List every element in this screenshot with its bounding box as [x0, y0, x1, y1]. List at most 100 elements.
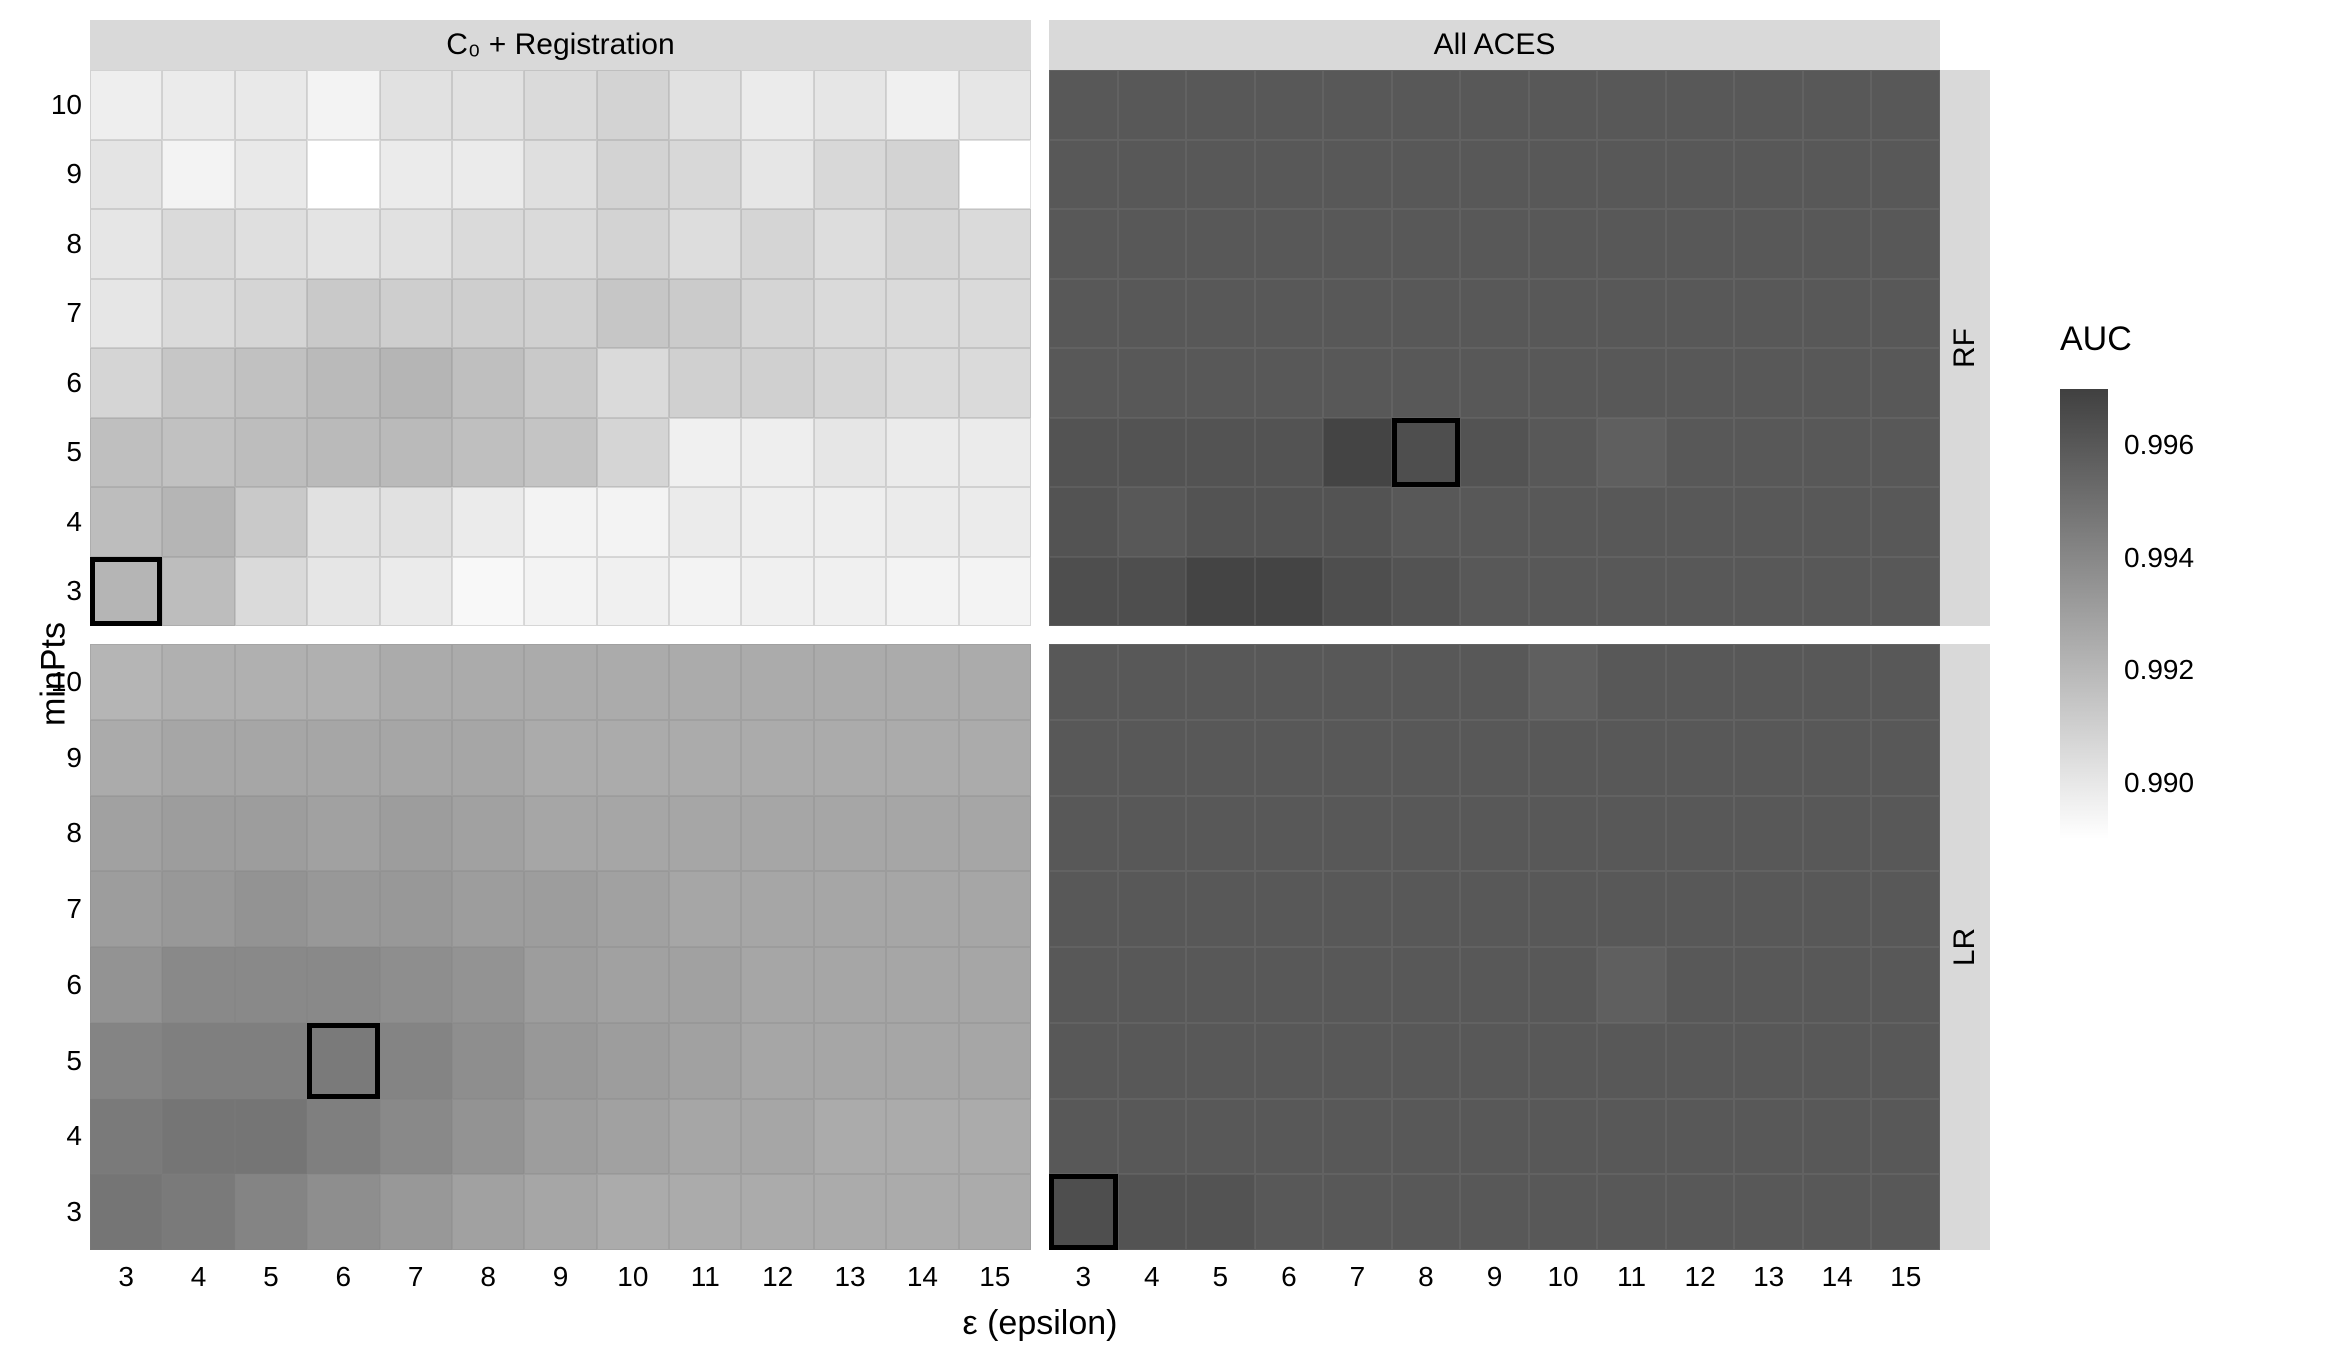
heatmap-cell: [886, 279, 958, 349]
heatmap-cell: [1255, 1023, 1324, 1099]
heatmap-cell: [597, 348, 669, 418]
x-axis-tick: 11: [1617, 1261, 1646, 1293]
heatmap-cell: [669, 947, 741, 1023]
heatmap-cell: [307, 720, 379, 796]
heatmap-cell: [380, 1099, 452, 1175]
heatmap-cell: [1392, 70, 1461, 140]
heatmap-cell: [380, 70, 452, 140]
heatmap-cell: [1734, 1099, 1803, 1175]
y-axis-tick: 8: [66, 228, 82, 260]
heatmap-cell: [1734, 720, 1803, 796]
heatmap-cell: [162, 1174, 234, 1250]
x-axis-tick: 15: [1890, 1261, 1921, 1293]
heatmap-cell: [814, 644, 886, 720]
heatmap-cell: [959, 348, 1031, 418]
heatmap-cell: [1255, 348, 1324, 418]
heatmap-cell: [814, 1023, 886, 1099]
heatmap-cell: [1871, 487, 1940, 557]
heatmap-cell: [380, 1023, 452, 1099]
heatmap-cell: [1734, 644, 1803, 720]
heatmap-cell: [1118, 70, 1187, 140]
heatmap-cell: [741, 70, 813, 140]
heatmap-cell: [524, 1099, 596, 1175]
heatmap-cell: [452, 348, 524, 418]
heatmap-cell: [235, 871, 307, 947]
heatmap-cell: [1666, 279, 1735, 349]
heatmap-cell: [814, 1099, 886, 1175]
heatmap-cell: [162, 348, 234, 418]
heatmap-cell: [669, 1023, 741, 1099]
heatmap-cell: [886, 796, 958, 872]
x-axis: 34567891011121314153456789101112131415: [90, 1257, 1990, 1297]
heatmap-cell: [1255, 796, 1324, 872]
heatmap-cell: [452, 1099, 524, 1175]
heatmap-panel: [1049, 644, 1940, 1250]
heatmap-cell: [1186, 871, 1255, 947]
heatmap-cell: [1118, 279, 1187, 349]
heatmap-cell: [1734, 348, 1803, 418]
heatmap-cell: [1871, 209, 1940, 279]
y-axis-tick: 5: [66, 1045, 82, 1077]
heatmap-cell: [1049, 487, 1118, 557]
heatmap-cell: [1666, 644, 1735, 720]
heatmap-cell: [452, 557, 524, 627]
heatmap-cell: [741, 871, 813, 947]
x-axis-tick: 6: [1281, 1261, 1297, 1293]
heatmap-cell: [1460, 348, 1529, 418]
heatmap-cell: [162, 279, 234, 349]
heatmap-cell: [235, 487, 307, 557]
heatmap-cell: [959, 70, 1031, 140]
heatmap-cell: [90, 348, 162, 418]
heatmap-cell: [1734, 796, 1803, 872]
facet-grid: C₀ + RegistrationAll ACESRFLR: [90, 20, 1990, 1250]
heatmap-cell: [1323, 348, 1392, 418]
facet: All ACESRF: [1049, 20, 1990, 626]
heatmap-cell: [1255, 487, 1324, 557]
heatmap-cell: [380, 348, 452, 418]
legend-tick: 0.992: [2124, 654, 2194, 686]
heatmap-cell: [1460, 1023, 1529, 1099]
heatmap-cell: [1049, 140, 1118, 210]
heatmap-cell: [1666, 947, 1735, 1023]
heatmap-cell: [452, 644, 524, 720]
heatmap-cell: [1186, 279, 1255, 349]
heatmap-cell: [1049, 720, 1118, 796]
heatmap-cell: [1597, 947, 1666, 1023]
x-axis-tick: 15: [979, 1261, 1010, 1293]
heatmap-cell: [1323, 209, 1392, 279]
heatmap-cell: [1597, 418, 1666, 488]
heatmap-cell: [524, 209, 596, 279]
figure-root: minPts ε (epsilon) 109876543109876543 34…: [0, 0, 2330, 1347]
heatmap-cell: [1734, 70, 1803, 140]
heatmap-cell: [597, 487, 669, 557]
heatmap-cell: [1871, 1174, 1940, 1250]
heatmap-cell: [452, 871, 524, 947]
heatmap-cell: [235, 720, 307, 796]
heatmap-cell: [597, 209, 669, 279]
x-axis-tick: 6: [336, 1261, 352, 1293]
heatmap-cell: [1803, 279, 1872, 349]
heatmap-cell: [959, 140, 1031, 210]
heatmap-cell: [1803, 644, 1872, 720]
heatmap-panel: [90, 644, 1031, 1250]
heatmap-cell: [1666, 487, 1735, 557]
heatmap-cell: [452, 418, 524, 488]
heatmap-cell: [1392, 140, 1461, 210]
heatmap-cell: [1118, 1174, 1187, 1250]
heatmap-cell: [1460, 70, 1529, 140]
heatmap-cell: [741, 796, 813, 872]
heatmap-cell: [1049, 796, 1118, 872]
y-axis-tick: 3: [66, 1196, 82, 1228]
heatmap-cell: [307, 209, 379, 279]
heatmap-cell: [1186, 947, 1255, 1023]
heatmap-cell: [1460, 796, 1529, 872]
heatmap-cell: [1460, 487, 1529, 557]
heatmap-cell: [597, 1099, 669, 1175]
heatmap-cell: [1255, 1174, 1324, 1250]
heatmap-cell: [90, 70, 162, 140]
heatmap-cell: [90, 487, 162, 557]
heatmap-cell: [1734, 279, 1803, 349]
heatmap-cell: [886, 348, 958, 418]
heatmap-cell: [1186, 557, 1255, 627]
heatmap-cell: [814, 348, 886, 418]
